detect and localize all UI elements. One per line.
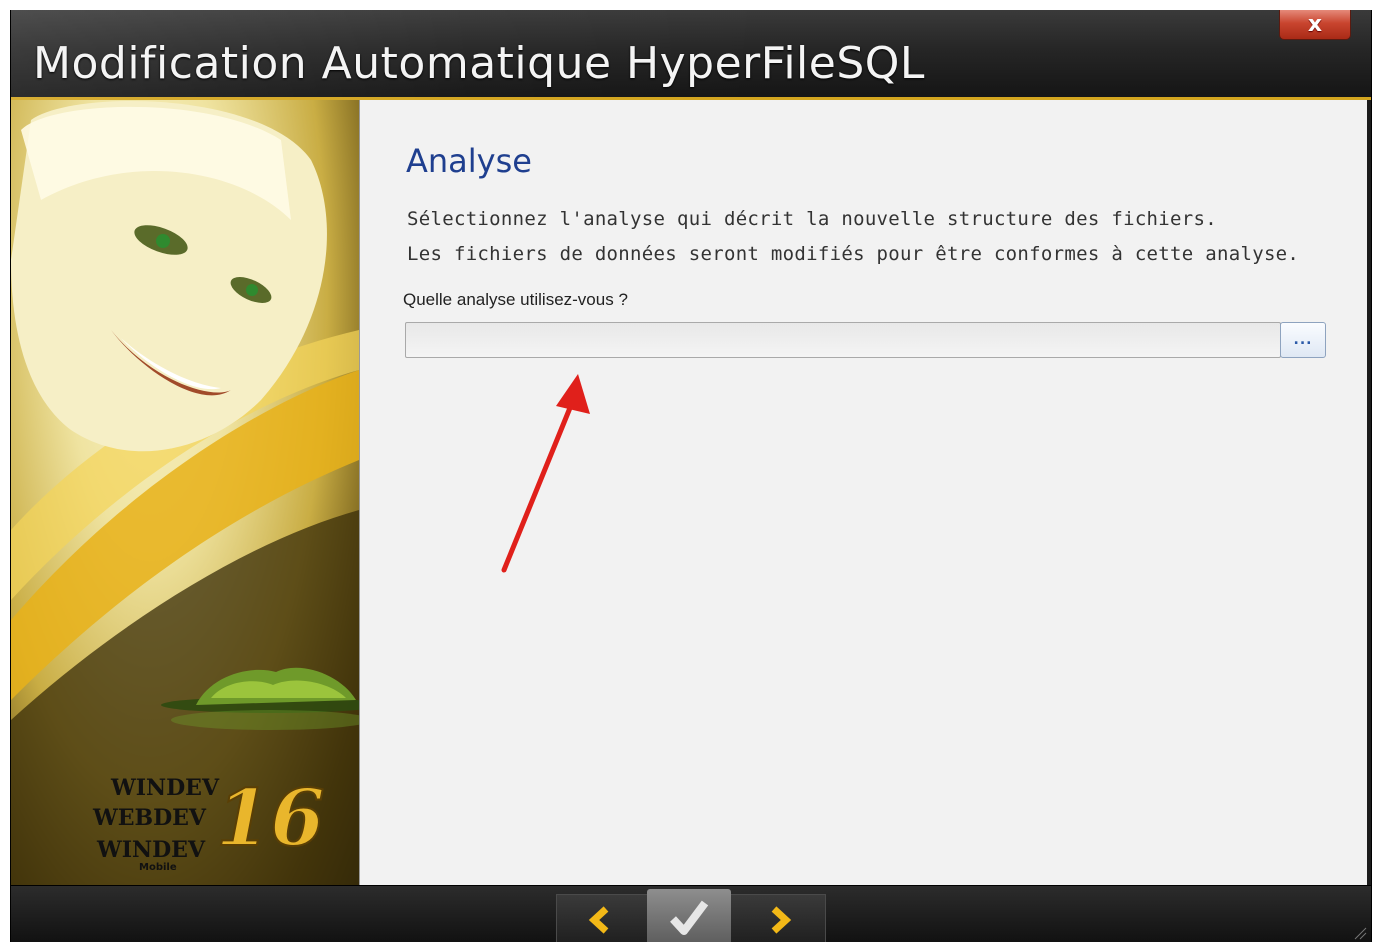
wizard-content: Analyse Sélectionnez l'analyse qui décri…	[359, 100, 1367, 885]
version-badge: 16	[216, 773, 325, 864]
chevron-right-icon	[771, 905, 792, 934]
page-heading: Analyse	[406, 142, 532, 180]
description-line-2: Les fichiers de données seront modifiés …	[407, 243, 1300, 265]
window-title: Modification Automatique HyperFileSQL	[33, 38, 925, 89]
resize-grip-icon[interactable]	[1351, 924, 1367, 940]
wizard-navigation	[556, 889, 826, 942]
brand-webdev: WEBDEV	[92, 805, 207, 831]
brand-windev-mobile: WINDEV	[96, 837, 206, 863]
checkmark-icon	[670, 900, 709, 935]
side-banner: WINDEV WEBDEV WINDEV Mobile 16	[11, 100, 359, 885]
analysis-path-input[interactable]	[405, 322, 1281, 358]
browse-button[interactable]: ...	[1280, 322, 1326, 358]
finish-button[interactable]	[647, 889, 731, 942]
description-line-1: Sélectionnez l'analyse qui décrit la nou…	[407, 208, 1217, 230]
close-icon: x	[1307, 11, 1323, 37]
annotation-arrow	[501, 374, 590, 573]
brand-windev: WINDEV	[110, 775, 220, 801]
banner-illustration: WINDEV WEBDEV WINDEV Mobile 16	[11, 100, 359, 885]
bottom-toolbar	[11, 885, 1371, 942]
wizard-window: Modification Automatique HyperFileSQL x	[10, 10, 1372, 942]
next-button[interactable]	[733, 895, 825, 942]
analysis-field-label: Quelle analyse utilisez-vous ?	[403, 290, 628, 309]
title-bar: Modification Automatique HyperFileSQL x	[11, 10, 1371, 100]
close-button[interactable]: x	[1279, 10, 1351, 40]
previous-button[interactable]	[557, 895, 645, 942]
chevron-left-icon	[588, 905, 609, 934]
brand-mobile-sub: Mobile	[139, 862, 177, 873]
